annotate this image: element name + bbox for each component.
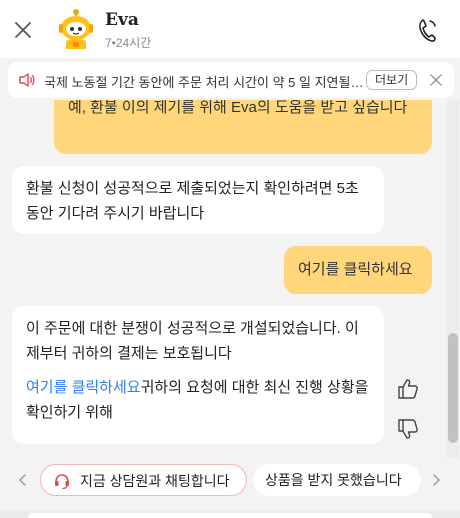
chevron-right-icon[interactable]: [429, 473, 443, 487]
agent-name: Eva: [105, 10, 139, 30]
robot-avatar-icon: [59, 9, 93, 49]
bot-message-text: 이 주문에 대한 분쟁이 성공적으로 개설되었습니다. 이제부터 귀하의 결제는…: [26, 320, 359, 362]
user-message: 여기를 클릭하세요: [284, 246, 432, 294]
notice-text: 국제 노동절 기간 동안에 주문 처리 시간이 약 5 일 지연될 수 있습니다: [44, 75, 364, 90]
quick-replies: 지금 상담원과 채팅합니다 상품을 받지 못했습니다: [0, 462, 460, 498]
bot-message-link-paragraph: 여기를 클릭하세요귀하의 요청에 대한 최신 진행 상황을 확인하기 위해: [26, 375, 370, 425]
close-icon[interactable]: [12, 19, 34, 41]
message-input-top[interactable]: [28, 513, 432, 518]
more-button[interactable]: 더보기: [366, 70, 418, 90]
agent-status: 7•24시간: [105, 36, 152, 50]
chip-label: 상품을 받지 못했습니다: [265, 472, 402, 488]
bot-message: 환불 신청이 성공적으로 제출되었는지 확인하려면 5초 동안 기다려 주시기 …: [12, 166, 384, 234]
chevron-left-icon[interactable]: [16, 473, 30, 487]
chat-header: Eva 7•24시간: [0, 0, 460, 58]
item-not-received-chip[interactable]: 상품을 받지 못했습니다: [253, 464, 421, 496]
chat-messages[interactable]: 예, 환불 이의 제기를 위해 Eva의 도움을 받고 싶습니다 환불 신청이 …: [0, 100, 446, 458]
chip-label: 지금 상담원과 채팅합니다: [80, 473, 230, 489]
user-message: 예, 환불 이의 제기를 위해 Eva의 도움을 받고 싶습니다: [54, 100, 432, 154]
input-area-edge: [0, 510, 460, 518]
phone-icon[interactable]: [414, 16, 442, 44]
thumbs-up-icon[interactable]: [395, 376, 421, 402]
thumbs-down-icon[interactable]: [395, 416, 421, 442]
headset-icon: [55, 474, 69, 490]
chat-with-agent-chip[interactable]: 지금 상담원과 채팅합니다: [40, 464, 247, 496]
close-icon[interactable]: [428, 72, 444, 88]
speaker-icon: [19, 73, 35, 87]
bot-message: 이 주문에 대한 분쟁이 성공적으로 개설되었습니다. 이제부터 귀하의 결제는…: [12, 306, 384, 444]
notice-bar: 국제 노동절 기간 동안에 주문 처리 시간이 약 5 일 지연될 수 있습니다…: [8, 62, 454, 98]
scrollbar-thumb[interactable]: [448, 333, 458, 443]
progress-link[interactable]: 여기를 클릭하세요: [26, 379, 141, 396]
